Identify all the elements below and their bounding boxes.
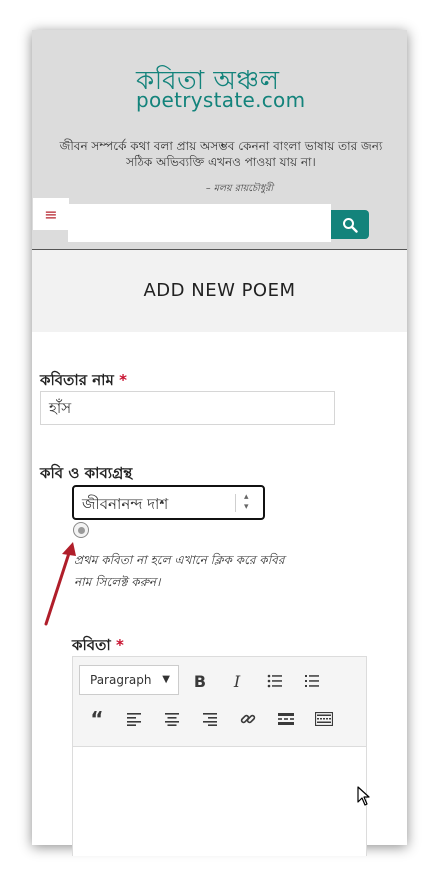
select-divider — [235, 494, 236, 512]
editor-content-area[interactable] — [73, 748, 366, 856]
quote-author: – মলয় রায়চৌধুরী — [205, 183, 274, 194]
site-logo-english[interactable]: poetrystate.com — [136, 88, 305, 112]
bold-button[interactable]: B — [186, 667, 214, 695]
menu-button[interactable]: ≡ — [33, 198, 69, 230]
numbered-list-button[interactable] — [298, 667, 326, 695]
read-more-button[interactable] — [272, 705, 300, 733]
page-title: ADD NEW POEM — [143, 280, 296, 301]
toolbar-toggle-button[interactable] — [310, 705, 338, 733]
poem-label-text: কবিতা — [72, 636, 111, 654]
bullet-list-icon — [267, 674, 282, 688]
link-icon — [240, 714, 256, 724]
bold-icon: B — [193, 671, 207, 691]
radio-dot — [77, 526, 85, 534]
bullet-list-button[interactable] — [261, 667, 289, 695]
search-input[interactable] — [68, 204, 331, 242]
search-icon — [343, 217, 358, 233]
poet-label: কবি ও কাব্যগ্রন্থ — [40, 464, 133, 482]
required-mark: * — [119, 371, 127, 389]
mouse-cursor-icon — [357, 786, 370, 806]
poem-editor: Paragraph ▼ B I “ — [72, 656, 367, 856]
poet-hint-text: প্রথম কবিতা না হলে এখানে ক্লিক করে কবির … — [74, 553, 285, 589]
italic-button[interactable]: I — [223, 667, 251, 695]
header-quote: জীবন সম্পর্কে কথা বলা প্রায় অসম্ভব কেনন… — [59, 139, 383, 169]
poem-name-input[interactable]: হাঁস — [40, 391, 335, 425]
italic-icon: I — [233, 671, 241, 691]
page-title-band: ADD NEW POEM — [32, 250, 407, 332]
align-left-icon — [127, 713, 141, 726]
align-center-button[interactable] — [158, 705, 186, 733]
align-right-icon — [203, 713, 217, 726]
first-poem-radio[interactable] — [73, 522, 89, 538]
align-center-icon — [165, 713, 179, 726]
format-select-value: Paragraph — [90, 673, 152, 687]
hamburger-icon: ≡ — [44, 204, 58, 224]
blockquote-button[interactable]: “ — [83, 705, 111, 733]
align-right-button[interactable] — [196, 705, 224, 733]
site-header: কবিতা অঞ্চল poetrystate.com জীবন সম্পর্ক… — [32, 30, 407, 250]
caret-down-icon: ▼ — [162, 674, 170, 685]
annotation-arrow-icon — [44, 542, 76, 626]
blockquote-icon: “ — [90, 707, 104, 731]
editor-toolbar: Paragraph ▼ B I “ — [73, 657, 366, 747]
select-arrows-icon: ▴ ▾ — [244, 492, 249, 512]
poem-name-label-text: কবিতার নাম — [40, 371, 114, 389]
toolbar-toggle-icon — [315, 712, 333, 726]
poet-select[interactable]: জীবনানন্দ দাশ ▴ ▾ — [72, 485, 265, 520]
align-left-button[interactable] — [120, 705, 148, 733]
read-more-icon — [278, 713, 294, 725]
format-select[interactable]: Paragraph ▼ — [79, 665, 179, 695]
required-mark: * — [115, 636, 124, 654]
link-button[interactable] — [234, 705, 262, 733]
search-button[interactable] — [331, 210, 369, 239]
poet-select-value: জীবনানন্দ দাশ — [82, 495, 169, 513]
numbered-list-icon — [305, 675, 319, 687]
